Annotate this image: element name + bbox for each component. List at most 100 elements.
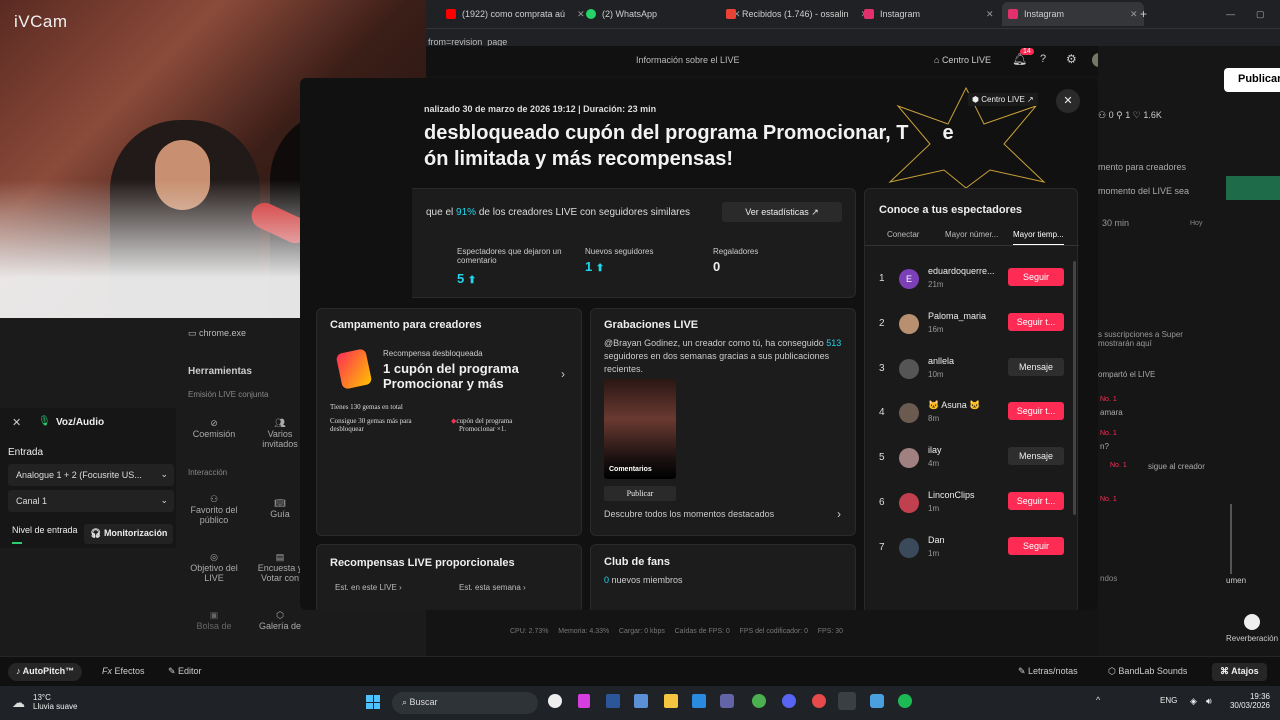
tiktok-icon[interactable] [838, 692, 856, 710]
gallery-tool[interactable]: ⬡ Galería de [252, 610, 308, 631]
discord-icon[interactable] [782, 694, 796, 708]
browser-tab-active[interactable]: Instagram ✕ [1002, 2, 1144, 26]
start-icon[interactable] [366, 695, 380, 709]
source-item[interactable]: ▭ chrome.exe [188, 328, 246, 339]
chrome-icon[interactable] [752, 694, 766, 708]
minimize-icon[interactable]: — [1226, 4, 1235, 24]
est-live-link[interactable]: Est. en este LIVE › [335, 583, 402, 592]
browser-tab[interactable]: (1922) como comprata aú ✕ [446, 4, 585, 24]
viewer-avatar[interactable] [899, 358, 919, 379]
publicar-button[interactable]: Publicar [604, 486, 676, 501]
shortcuts-button[interactable]: ⌘ Atajos [1212, 663, 1267, 681]
maximize-icon[interactable]: ▢ [1256, 4, 1265, 24]
folder-icon[interactable] [664, 694, 678, 708]
editor-button[interactable]: ✎ Editor [168, 666, 202, 677]
publicar-button[interactable]: Publicar [1224, 68, 1280, 92]
volume-slider[interactable] [1230, 504, 1232, 574]
coupon-icon [335, 348, 373, 390]
teams-icon[interactable] [720, 694, 734, 708]
volume-icon[interactable]: 🔊︎ [1206, 696, 1212, 707]
message-button[interactable]: Mensaje [1008, 447, 1064, 466]
chevron-right-icon[interactable]: › [837, 507, 841, 521]
coemision-tool[interactable]: ⊘ Coemisión [186, 418, 242, 439]
monitor-toggle[interactable]: 🎧︎ Monitorización [84, 524, 174, 544]
chevron-down-icon: ⌄ [160, 495, 168, 505]
bandlab-button[interactable]: ⬡ BandLab Sounds [1108, 666, 1187, 677]
pitch-icon: ♪ [16, 666, 23, 676]
viewer-avatar[interactable]: E [899, 269, 919, 289]
help-icon[interactable]: ? [1040, 53, 1046, 65]
clock[interactable]: 19:36 30/03/2026 [1222, 692, 1270, 710]
centro-live-chip[interactable]: ⬢ Centro LIVE ↗ [968, 93, 1038, 106]
viewer-row: 1 E eduardoquerre... 21m Seguir [865, 261, 1071, 301]
browser-tab[interactable]: Instagram ✕ [864, 4, 994, 24]
ver-stats-button[interactable]: Ver estadísticas ↗ [722, 202, 842, 222]
spotify-icon[interactable] [898, 694, 912, 708]
close-icon[interactable]: ✕ [12, 416, 21, 429]
new-tab-button[interactable]: + [1140, 4, 1147, 24]
weather-widget[interactable]: 13°C Lluvia suave [33, 693, 77, 711]
tab-mayor-tiempo[interactable]: Mayor tiemp... [1013, 230, 1064, 245]
panel-title: Conoce a tus espectadores [879, 204, 1023, 216]
live-meta: nalizado 30 de marzo de 2026 19:12 | Dur… [424, 104, 657, 114]
viewers-panel: Conoce a tus espectadores Conectar Mayor… [864, 188, 1079, 610]
close-modal-button[interactable]: ✕ [1056, 89, 1080, 113]
settings-icon[interactable]: ⚙ [1066, 52, 1077, 66]
vscode-icon[interactable] [692, 694, 706, 708]
follow-button[interactable]: Seguir t... [1008, 492, 1064, 510]
panel-title: Campamento para creadores [330, 319, 482, 331]
tab-mayor-numero[interactable]: Mayor númer... [945, 230, 998, 239]
tab-conectar[interactable]: Conectar [887, 230, 919, 239]
viewer-name: eduardoquerre... [928, 266, 995, 276]
viewer-avatar[interactable] [899, 313, 919, 334]
follow-button[interactable]: Seguir [1008, 268, 1064, 286]
audio-title: Voz/Audio [56, 417, 105, 428]
viewer-row: 2 Paloma_maria 16m Seguir t... [865, 306, 1071, 346]
scrollbar[interactable] [1073, 261, 1076, 515]
highlights-link[interactable]: Descubre todos los momentos destacados [604, 509, 774, 519]
viewer-avatar[interactable] [899, 448, 919, 469]
follow-button[interactable]: Seguir [1008, 536, 1064, 555]
input-device-select[interactable]: Analogue 1 + 2 (Focusrite US... ⌄ [8, 464, 174, 486]
bag-tool[interactable]: ▣ Bolsa de [186, 610, 242, 631]
reverb-knob[interactable] [1244, 614, 1260, 630]
close-tab-icon[interactable]: ✕ [986, 9, 994, 20]
close-tab-icon[interactable]: ✕ [577, 9, 585, 20]
follow-button[interactable]: Seguir t... [1008, 312, 1064, 331]
channel-select[interactable]: Canal 1 ⌄ [8, 490, 174, 512]
word-icon[interactable] [606, 694, 620, 708]
metric-label: Nuevos seguidores [585, 247, 654, 256]
network-icon[interactable]: ◈ [1190, 696, 1197, 707]
autopitch-button[interactable]: ♪ AutoPitch™ [8, 663, 83, 681]
chat-text: ndos [1100, 574, 1118, 583]
message-button[interactable]: Mensaje [1008, 357, 1064, 376]
centro-live-link[interactable]: ⌂ Centro LIVE [934, 55, 991, 65]
browser-tab[interactable]: Recibidos (1.746) - ossalin✕ [726, 4, 868, 24]
search-box[interactable]: ⌕ Buscar [392, 692, 538, 714]
app-icon[interactable] [548, 694, 562, 708]
address-bar[interactable]: from=revision_page [426, 28, 1280, 47]
recording-thumbnail[interactable] [604, 379, 676, 479]
follow-button[interactable]: Seguir t... [1008, 402, 1064, 421]
chevron-right-icon[interactable]: › [561, 367, 565, 381]
effects-button[interactable]: Fx Efectos [102, 666, 145, 676]
viewer-avatar[interactable] [899, 493, 919, 513]
est-week-link[interactable]: Est. esta semana › [459, 583, 526, 592]
goal-tool[interactable]: ◎ Objetivo del LIVE [186, 552, 242, 583]
chevron-up-icon[interactable]: ^ [1096, 695, 1100, 705]
lyrics-button[interactable]: ✎ Letras/notas [1018, 666, 1078, 677]
viewer-avatar[interactable] [899, 537, 919, 558]
app-icon[interactable] [812, 694, 826, 708]
app-icon[interactable] [634, 694, 648, 708]
app-icon[interactable] [578, 694, 590, 708]
app-icon[interactable] [870, 694, 884, 708]
close-tab-icon[interactable]: ✕ [1130, 9, 1138, 20]
metric-value: 1 ⬆ [585, 259, 605, 274]
favorite-tool[interactable]: ⚇ Favorito del público [186, 494, 242, 525]
target-icon: ◎ [210, 552, 218, 562]
youtube-icon [446, 9, 456, 19]
bag-icon: ▣ [209, 610, 219, 620]
browser-tab[interactable]: (2) WhatsApp ✕ [586, 4, 741, 24]
language-indicator[interactable]: ENG [1160, 696, 1177, 705]
viewer-avatar[interactable] [899, 403, 919, 424]
